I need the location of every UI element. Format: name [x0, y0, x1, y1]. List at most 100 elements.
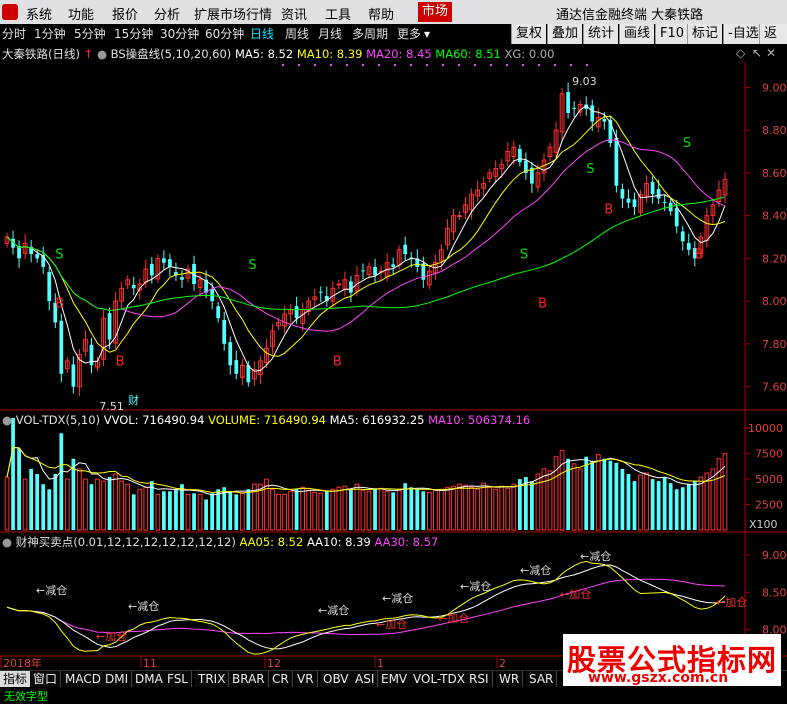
period-timeshare[interactable]: 分时	[2, 24, 26, 44]
buy-signal: B	[538, 297, 547, 312]
volume-bar	[89, 484, 94, 530]
vol-indicator-name[interactable]: VOL-TDX(5,10)	[16, 413, 100, 427]
period-15min[interactable]: 15分钟	[114, 24, 153, 44]
tab-dma[interactable]: DMA	[132, 671, 167, 687]
candle-body	[228, 342, 233, 366]
volume-bar	[168, 491, 172, 530]
draw-button[interactable]: 画线	[619, 24, 655, 44]
zoom-icon[interactable]: ↖	[752, 46, 762, 60]
tab-trix[interactable]: TRIX	[195, 671, 230, 687]
vol-dropdown-icon[interactable]: ●	[2, 413, 12, 427]
tab-sar[interactable]: SAR	[526, 671, 558, 687]
back-button[interactable]: 返回	[759, 24, 787, 61]
volume-bar	[366, 490, 372, 531]
candle-body	[318, 291, 323, 293]
period-monthly[interactable]: 月线	[318, 24, 342, 44]
close-icon[interactable]: ✕	[766, 46, 776, 60]
menu-item-help[interactable]: 帮助	[368, 4, 394, 23]
candle-body	[361, 270, 365, 272]
candle-body	[234, 360, 239, 374]
volume-bar	[35, 474, 40, 530]
indicator-dropdown-icon[interactable]: ●	[97, 47, 107, 61]
volume-bar	[698, 476, 704, 531]
volume-bar	[210, 493, 215, 530]
tab-rsi[interactable]: RSI	[466, 671, 493, 687]
stats-button[interactable]: 统计	[583, 24, 619, 44]
volume-bar	[22, 478, 28, 531]
volume-bar	[119, 480, 125, 531]
volume-bar	[487, 486, 493, 531]
tab-macd[interactable]: MACD	[62, 671, 105, 687]
period-more[interactable]: 更多	[397, 24, 421, 44]
diamond-icon[interactable]: ◇	[736, 46, 745, 60]
price-tick-label: 7.60	[762, 381, 787, 394]
menu-item-market[interactable]: 市场	[418, 2, 453, 22]
cs-dropdown-icon[interactable]: ●	[2, 535, 12, 549]
volume-bar	[559, 450, 565, 531]
volume-bar	[457, 483, 462, 531]
volume-bar	[445, 486, 450, 531]
overlay-button[interactable]: 叠加	[547, 24, 583, 44]
tab-vol-tdx[interactable]: VOL-TDX	[410, 671, 469, 687]
candle-body	[662, 201, 667, 203]
volume-bar	[77, 468, 82, 531]
app-logo-icon[interactable]	[2, 4, 18, 20]
f10-button[interactable]: F10	[655, 24, 689, 44]
menu-item-system[interactable]: 系统	[26, 4, 52, 23]
cs-indicator-name[interactable]: 财神买卖点(0.01,12,12,12,12,12,12,12)	[16, 535, 236, 549]
watchlist-button[interactable]: -自选	[723, 24, 763, 44]
aa30-value: AA30: 8.57	[374, 535, 439, 549]
candle-body	[517, 148, 522, 163]
volume-bar	[143, 486, 149, 531]
volume-bar	[511, 483, 517, 531]
candle-body	[294, 306, 299, 319]
aa10-value: AA10: 8.39	[306, 535, 371, 549]
period-5min[interactable]: 5分钟	[74, 24, 106, 44]
volume-bar	[662, 477, 667, 530]
volume-bar	[481, 482, 487, 531]
volume-bar	[155, 493, 161, 531]
menu-item-news[interactable]: 资讯	[281, 4, 307, 23]
menu-item-function[interactable]: 功能	[68, 4, 94, 23]
indicator-name[interactable]: BS操盘线(5,10,20,60)	[111, 47, 232, 61]
volume-bar	[336, 486, 342, 531]
tab-fsl[interactable]: FSL	[164, 671, 192, 687]
period-weekly[interactable]: 周线	[285, 24, 309, 44]
tab-vr[interactable]: VR	[294, 671, 318, 687]
mark-button[interactable]: 标记	[687, 24, 723, 44]
period-more-chevron-icon[interactable]: ▾	[424, 24, 430, 44]
fuquan-button[interactable]: 复权	[511, 24, 547, 44]
main-chart-header: 大秦铁路(日线) ↑ ● BS操盘线(5,10,20,60) MA5: 8.52…	[2, 46, 554, 62]
menu-item-quote[interactable]: 报价	[112, 4, 138, 23]
period-30min[interactable]: 30分钟	[160, 24, 199, 44]
tab-asi[interactable]: ASI	[352, 671, 379, 687]
chart-area[interactable]: ←减仓 ←加仓 ←减仓 ←减仓 ←加仓 ←减仓 ←加仓 ←减仓 ←减仓 ←加仓 ←减仓 ←加仓 9.0…	[0, 62, 787, 670]
volume-bar	[318, 492, 324, 531]
price-tick-label: 8.20	[762, 252, 787, 265]
xg-dot	[282, 64, 284, 66]
volume-bar	[384, 490, 390, 531]
period-multi[interactable]: 多周期	[352, 24, 388, 44]
volume-bar	[246, 489, 251, 530]
tab-cr[interactable]: CR	[269, 671, 293, 687]
period-daily[interactable]: 日线	[250, 24, 274, 44]
jiancang-label: ←减仓	[382, 591, 413, 605]
tab-obv[interactable]: OBV	[320, 671, 353, 687]
period-1min[interactable]: 1分钟	[34, 24, 66, 44]
tab-indicator[interactable]: 指标	[0, 671, 32, 687]
menu-item-tools[interactable]: 工具	[325, 4, 351, 23]
tab-dmi[interactable]: DMI	[102, 671, 133, 687]
tab-window[interactable]: 窗口	[30, 671, 62, 687]
candle-body	[602, 119, 607, 122]
volume-bar	[342, 485, 348, 531]
period-60min[interactable]: 60分钟	[205, 24, 244, 44]
tab-emv[interactable]: EMV	[378, 671, 412, 687]
menu-item-analysis[interactable]: 分析	[154, 4, 180, 23]
volume-bar	[294, 489, 299, 530]
candle-body	[336, 283, 342, 286]
tab-wr[interactable]: WR	[496, 671, 524, 687]
candle-body	[566, 92, 570, 114]
jiacang-label: ←加仓	[716, 595, 747, 609]
menu-item-extended-market[interactable]: 扩展市场行情	[194, 4, 272, 23]
tab-brar[interactable]: BRAR	[229, 671, 269, 687]
